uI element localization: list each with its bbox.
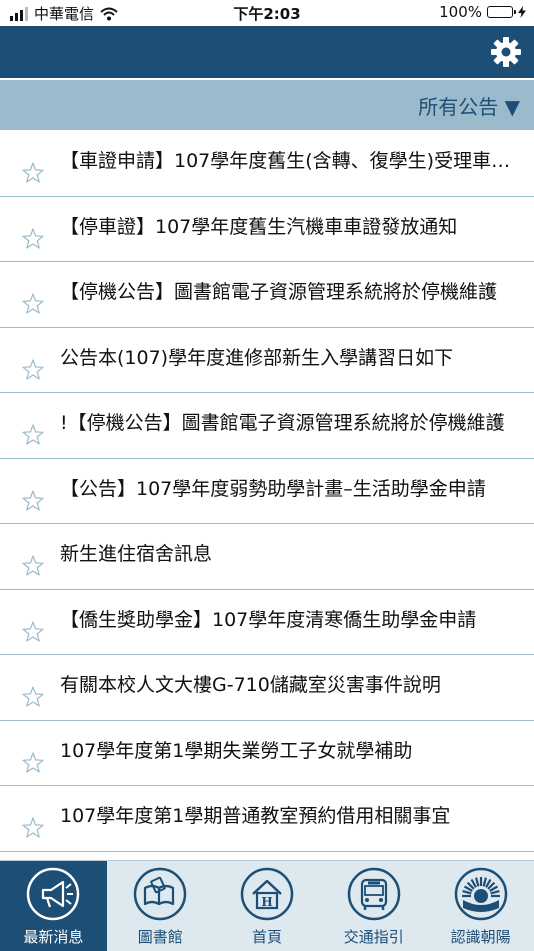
announcement-row[interactable]: 有關本校人文大樓G-710儲藏室災害事件說明 bbox=[0, 655, 534, 721]
tab-bus[interactable]: 交通指引 bbox=[320, 861, 427, 951]
star-icon[interactable] bbox=[21, 292, 45, 316]
announcement-title: 有關本校人文大樓G-710儲藏室災害事件說明 bbox=[60, 674, 441, 696]
book-icon bbox=[132, 866, 188, 922]
tab-megaphone[interactable]: 最新消息 bbox=[0, 861, 107, 951]
announcement-row[interactable]: 【停機公告】圖書館電子資源管理系統將於停機維護 bbox=[0, 262, 534, 328]
tab-label: 圖書館 bbox=[137, 928, 183, 946]
announcement-row[interactable]: 【僑生獎助學金】107學年度清寒僑生助學金申請 bbox=[0, 590, 534, 655]
announcement-row[interactable]: 107學年度第1學期普通教室預約借用相關事宜 bbox=[0, 786, 534, 852]
star-icon[interactable] bbox=[21, 554, 45, 578]
announcement-title: 【停機公告】圖書館電子資源管理系統將於停機維護 bbox=[60, 281, 498, 303]
announcement-title: 新生進住宿舍訊息 bbox=[60, 543, 213, 565]
announcement-row[interactable]: 107學年度第1學期失業勞工子女就學補助 bbox=[0, 721, 534, 786]
star-icon[interactable] bbox=[21, 358, 45, 382]
announcement-title: 107學年度第1學期普通教室預約借用相關事宜 bbox=[60, 805, 451, 827]
tab-book[interactable]: 圖書館 bbox=[107, 861, 214, 951]
star-icon[interactable] bbox=[21, 227, 45, 251]
home-icon: H bbox=[239, 866, 295, 922]
announcement-row[interactable]: !【停機公告】圖書館電子資源管理系統將於停機維護 bbox=[0, 393, 534, 459]
announcement-title: !【停機公告】圖書館電子資源管理系統將於停機維護 bbox=[60, 412, 505, 434]
star-icon[interactable] bbox=[21, 423, 45, 447]
tab-label: 認識朝陽 bbox=[450, 928, 511, 946]
announcement-row[interactable]: 【公告】107學年度弱勢助學計畫–生活助學金申請 bbox=[0, 459, 534, 524]
battery-icon bbox=[487, 6, 516, 18]
gear-icon[interactable] bbox=[490, 36, 522, 68]
tab-label: 交通指引 bbox=[343, 928, 404, 946]
app-header bbox=[0, 26, 534, 78]
announcement-list: 【車證申請】107學年度舊生(含轉、復學生)受理車證申請 【停車證】107學年度舊… bbox=[0, 131, 534, 860]
announcement-row[interactable]: 新生進住宿舍訊息 bbox=[0, 524, 534, 590]
svg-text:H: H bbox=[261, 895, 272, 909]
tab-label: 首頁 bbox=[251, 928, 282, 946]
charging-icon bbox=[518, 6, 526, 18]
star-icon[interactable] bbox=[21, 620, 45, 644]
announcement-title: 【停車證】107學年度舊生汽機車車證發放通知 bbox=[60, 215, 458, 238]
tab-label: 最新消息 bbox=[23, 928, 84, 946]
star-icon[interactable] bbox=[21, 751, 45, 775]
announcement-title: 【車證申請】107學年度舊生(含轉、復學生)受理車證申請 bbox=[60, 150, 512, 172]
star-icon[interactable] bbox=[21, 489, 45, 513]
announcement-title: 【公告】107學年度弱勢助學計畫–生活助學金申請 bbox=[60, 477, 486, 500]
tab-sun-logo[interactable]: 認識朝陽 bbox=[427, 861, 534, 951]
bottom-tab-bar: 最新消息 圖書館 H 首頁 交通指引 認識朝陽 bbox=[0, 860, 534, 951]
tab-home[interactable]: H 首頁 bbox=[214, 861, 321, 951]
status-bar: 中華電信 下午2:03 100% bbox=[0, 0, 534, 26]
status-right: 100% bbox=[439, 3, 526, 21]
announcement-row[interactable]: 公告本(107)學年度進修部新生入學講習日如下 bbox=[0, 328, 534, 393]
bus-icon bbox=[346, 866, 402, 922]
sun-logo-icon bbox=[453, 866, 509, 922]
star-icon[interactable] bbox=[21, 816, 45, 840]
star-icon[interactable] bbox=[21, 161, 45, 185]
announcement-row[interactable]: 【車證申請】107學年度舊生(含轉、復學生)受理車證申請 bbox=[0, 131, 534, 197]
announcement-row[interactable]: 【停車證】107學年度舊生汽機車車證發放通知 bbox=[0, 197, 534, 262]
filter-bar: 所有公告 ▼ bbox=[0, 80, 534, 130]
battery-percent: 100% bbox=[439, 3, 482, 21]
announcement-title: 107學年度第1學期失業勞工子女就學補助 bbox=[60, 739, 413, 762]
announcement-title: 公告本(107)學年度進修部新生入學講習日如下 bbox=[60, 346, 454, 369]
megaphone-icon bbox=[25, 866, 81, 922]
category-filter-dropdown[interactable]: 所有公告 ▼ bbox=[418, 91, 520, 120]
star-icon[interactable] bbox=[21, 685, 45, 709]
announcement-title: 【僑生獎助學金】107學年度清寒僑生助學金申請 bbox=[60, 608, 477, 631]
